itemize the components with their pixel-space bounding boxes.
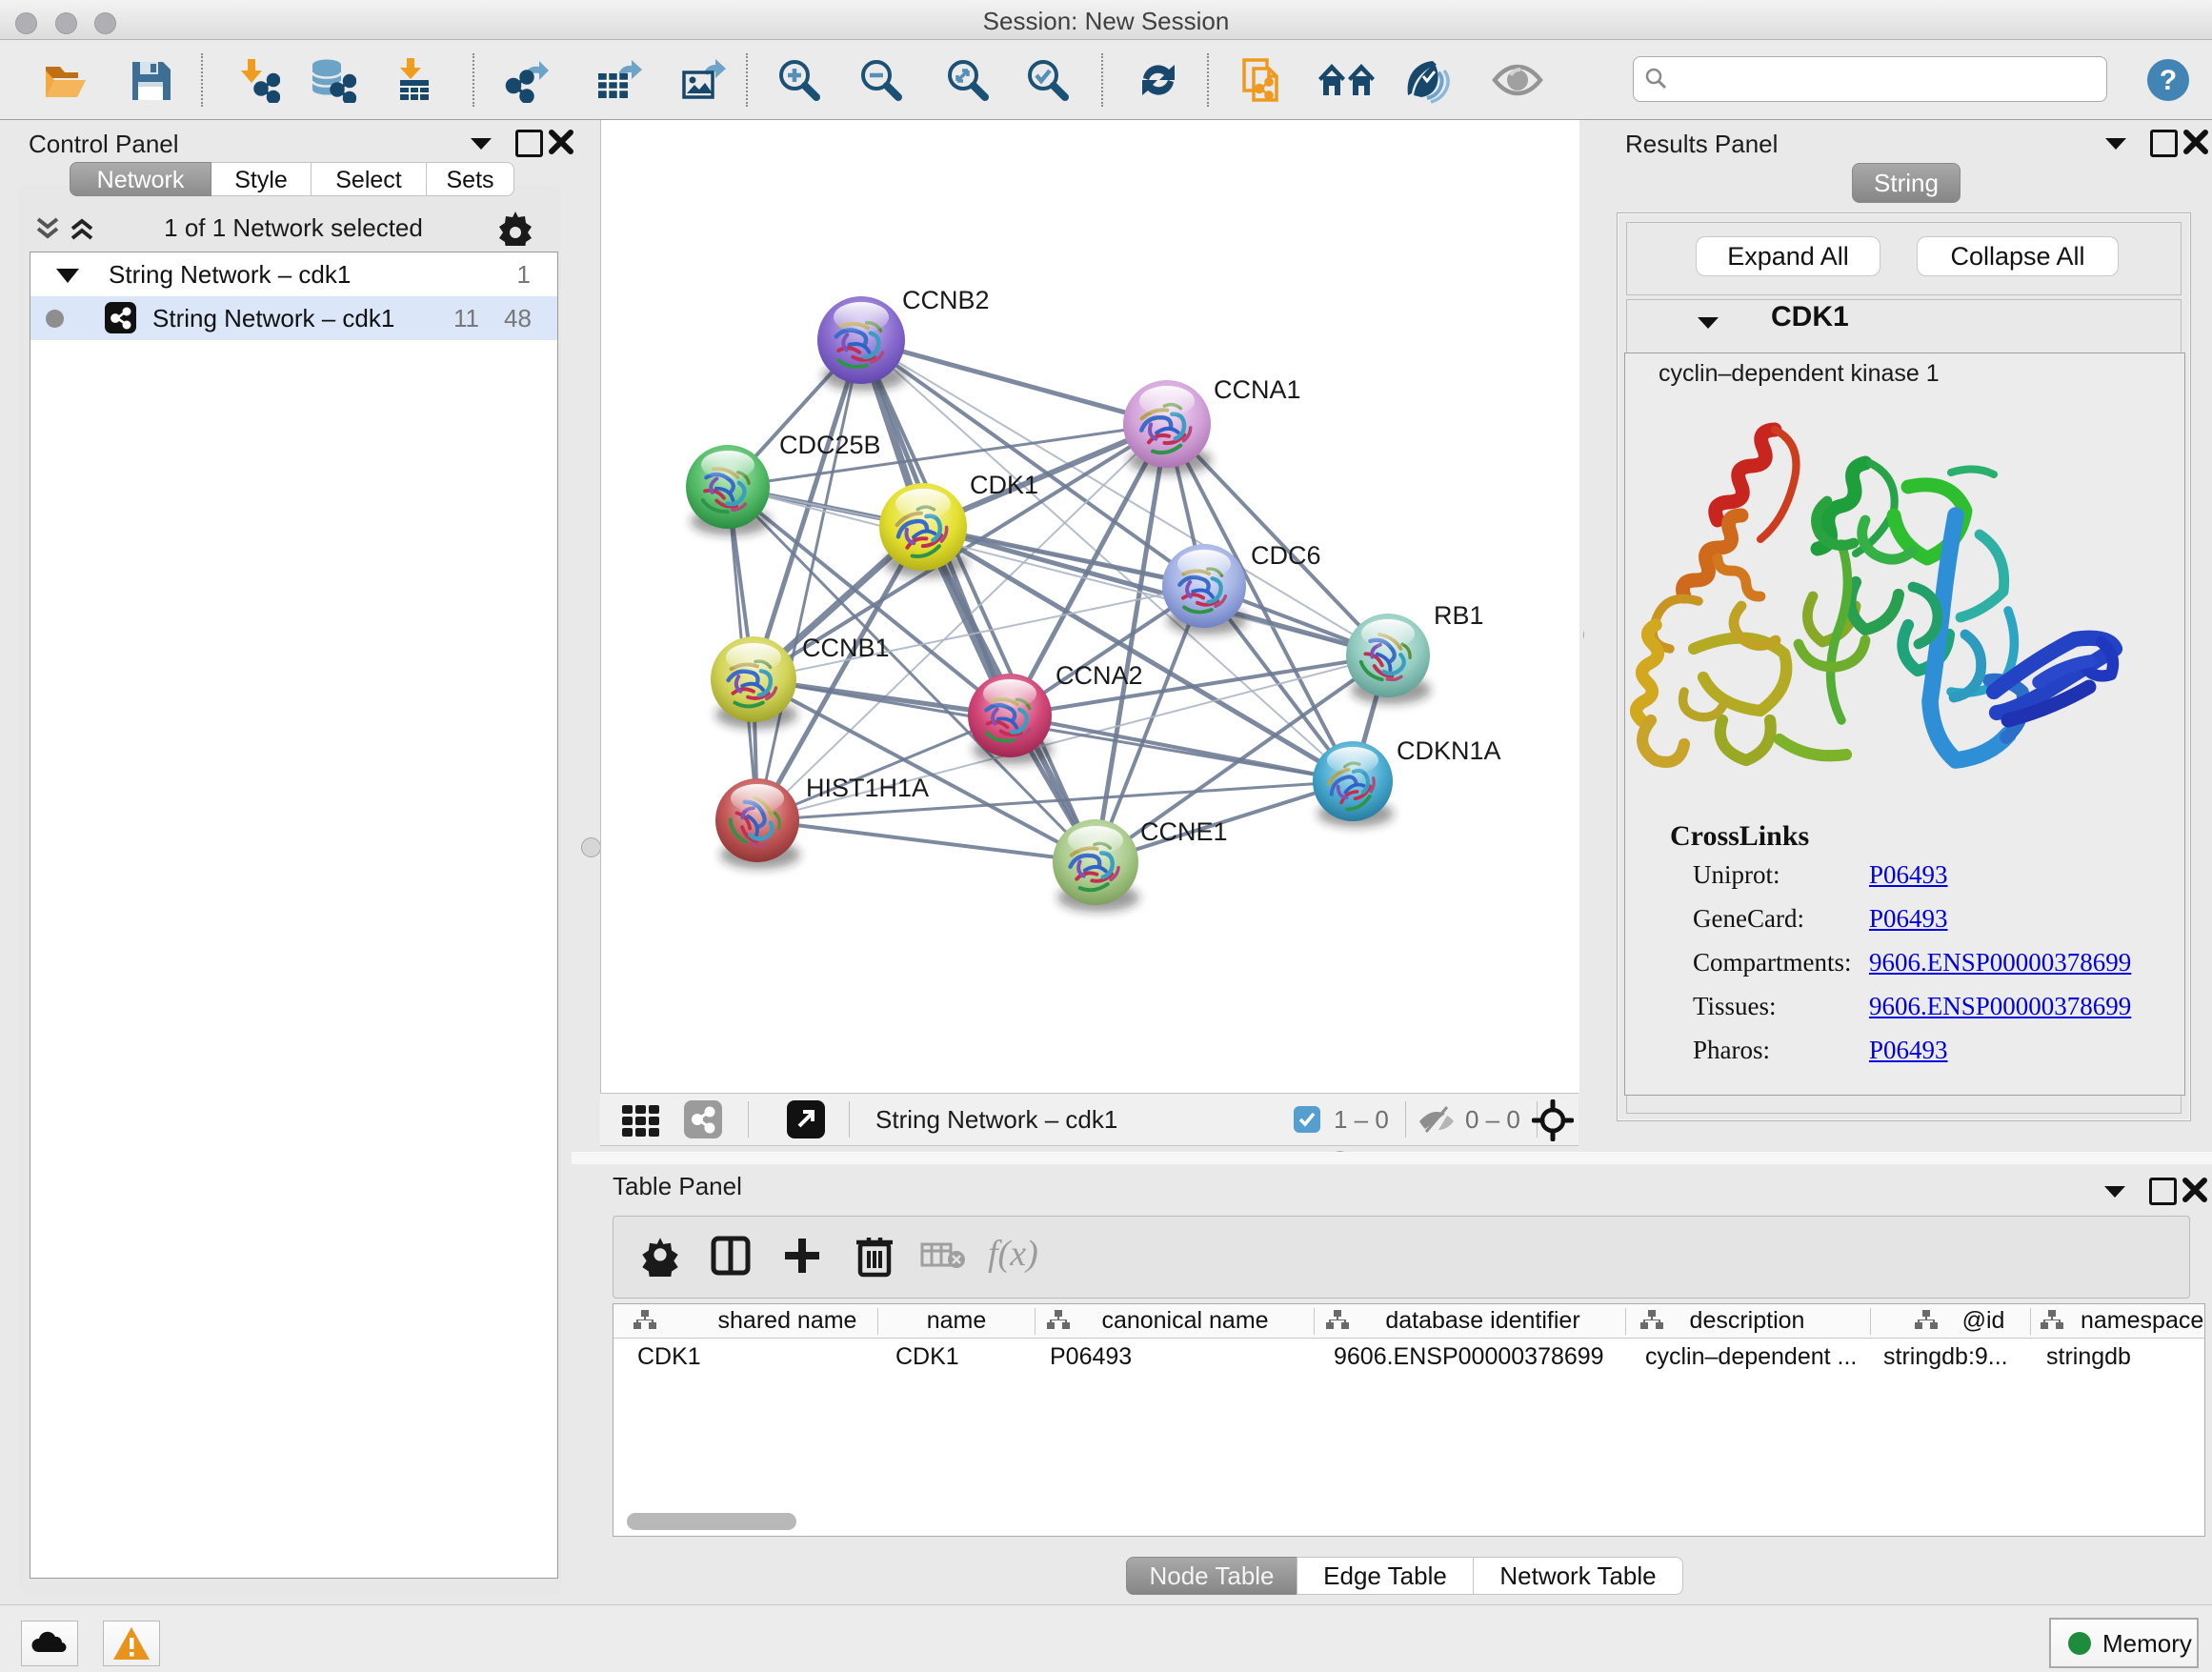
svg-text:CCNB2: CCNB2 [902, 286, 990, 314]
svg-text:CDKN1A: CDKN1A [1397, 736, 1501, 765]
svg-text:CCNE1: CCNE1 [1140, 817, 1228, 846]
svg-text:CCNA2: CCNA2 [1056, 661, 1143, 690]
svg-text:RB1: RB1 [1434, 601, 1484, 630]
svg-text:CDC25B: CDC25B [779, 431, 881, 459]
svg-text:CCNB1: CCNB1 [802, 634, 890, 662]
svg-text:?: ? [2160, 65, 2177, 96]
svg-text:HIST1H1A: HIST1H1A [806, 774, 929, 802]
svg-text:CCNA1: CCNA1 [1214, 375, 1301, 404]
svg-text:CDK1: CDK1 [970, 471, 1038, 499]
svg-text:CDC6: CDC6 [1251, 541, 1321, 570]
